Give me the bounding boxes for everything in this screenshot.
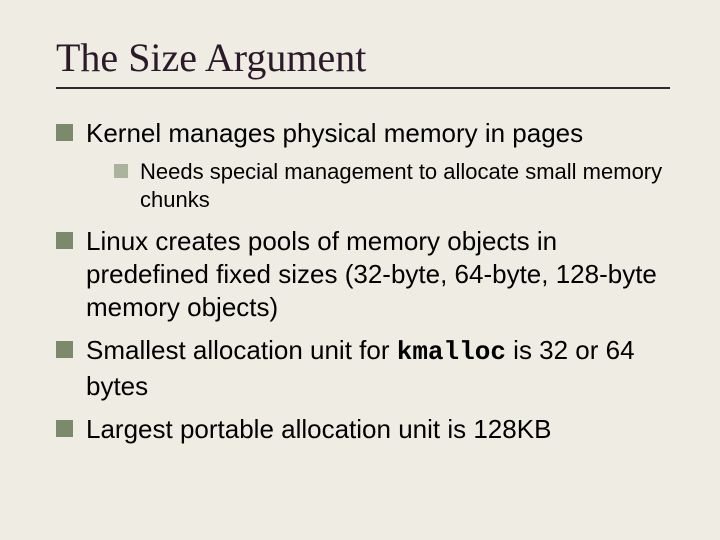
list-item: Smallest allocation unit for kmalloc is …: [56, 334, 670, 403]
slide-title: The Size Argument: [56, 34, 670, 81]
sub-bullet-list: Needs special management to allocate sma…: [86, 158, 670, 214]
code-token: kmalloc: [397, 337, 506, 367]
list-item: Linux creates pools of memory objects in…: [56, 225, 670, 325]
bullet-text: Needs special management to allocate sma…: [140, 159, 662, 212]
bullet-list: Kernel manages physical memory in pages …: [56, 117, 670, 446]
bullet-text: Largest portable allocation unit is 128K…: [86, 414, 551, 444]
list-item: Kernel manages physical memory in pages …: [56, 117, 670, 215]
bullet-text: Kernel manages physical memory in pages: [86, 118, 583, 148]
bullet-text: Linux creates pools of memory objects in…: [86, 226, 657, 323]
bullet-text: Smallest allocation unit for: [86, 335, 397, 365]
title-rule: [56, 87, 670, 89]
list-item: Largest portable allocation unit is 128K…: [56, 413, 670, 446]
list-item: Needs special management to allocate sma…: [114, 158, 670, 214]
